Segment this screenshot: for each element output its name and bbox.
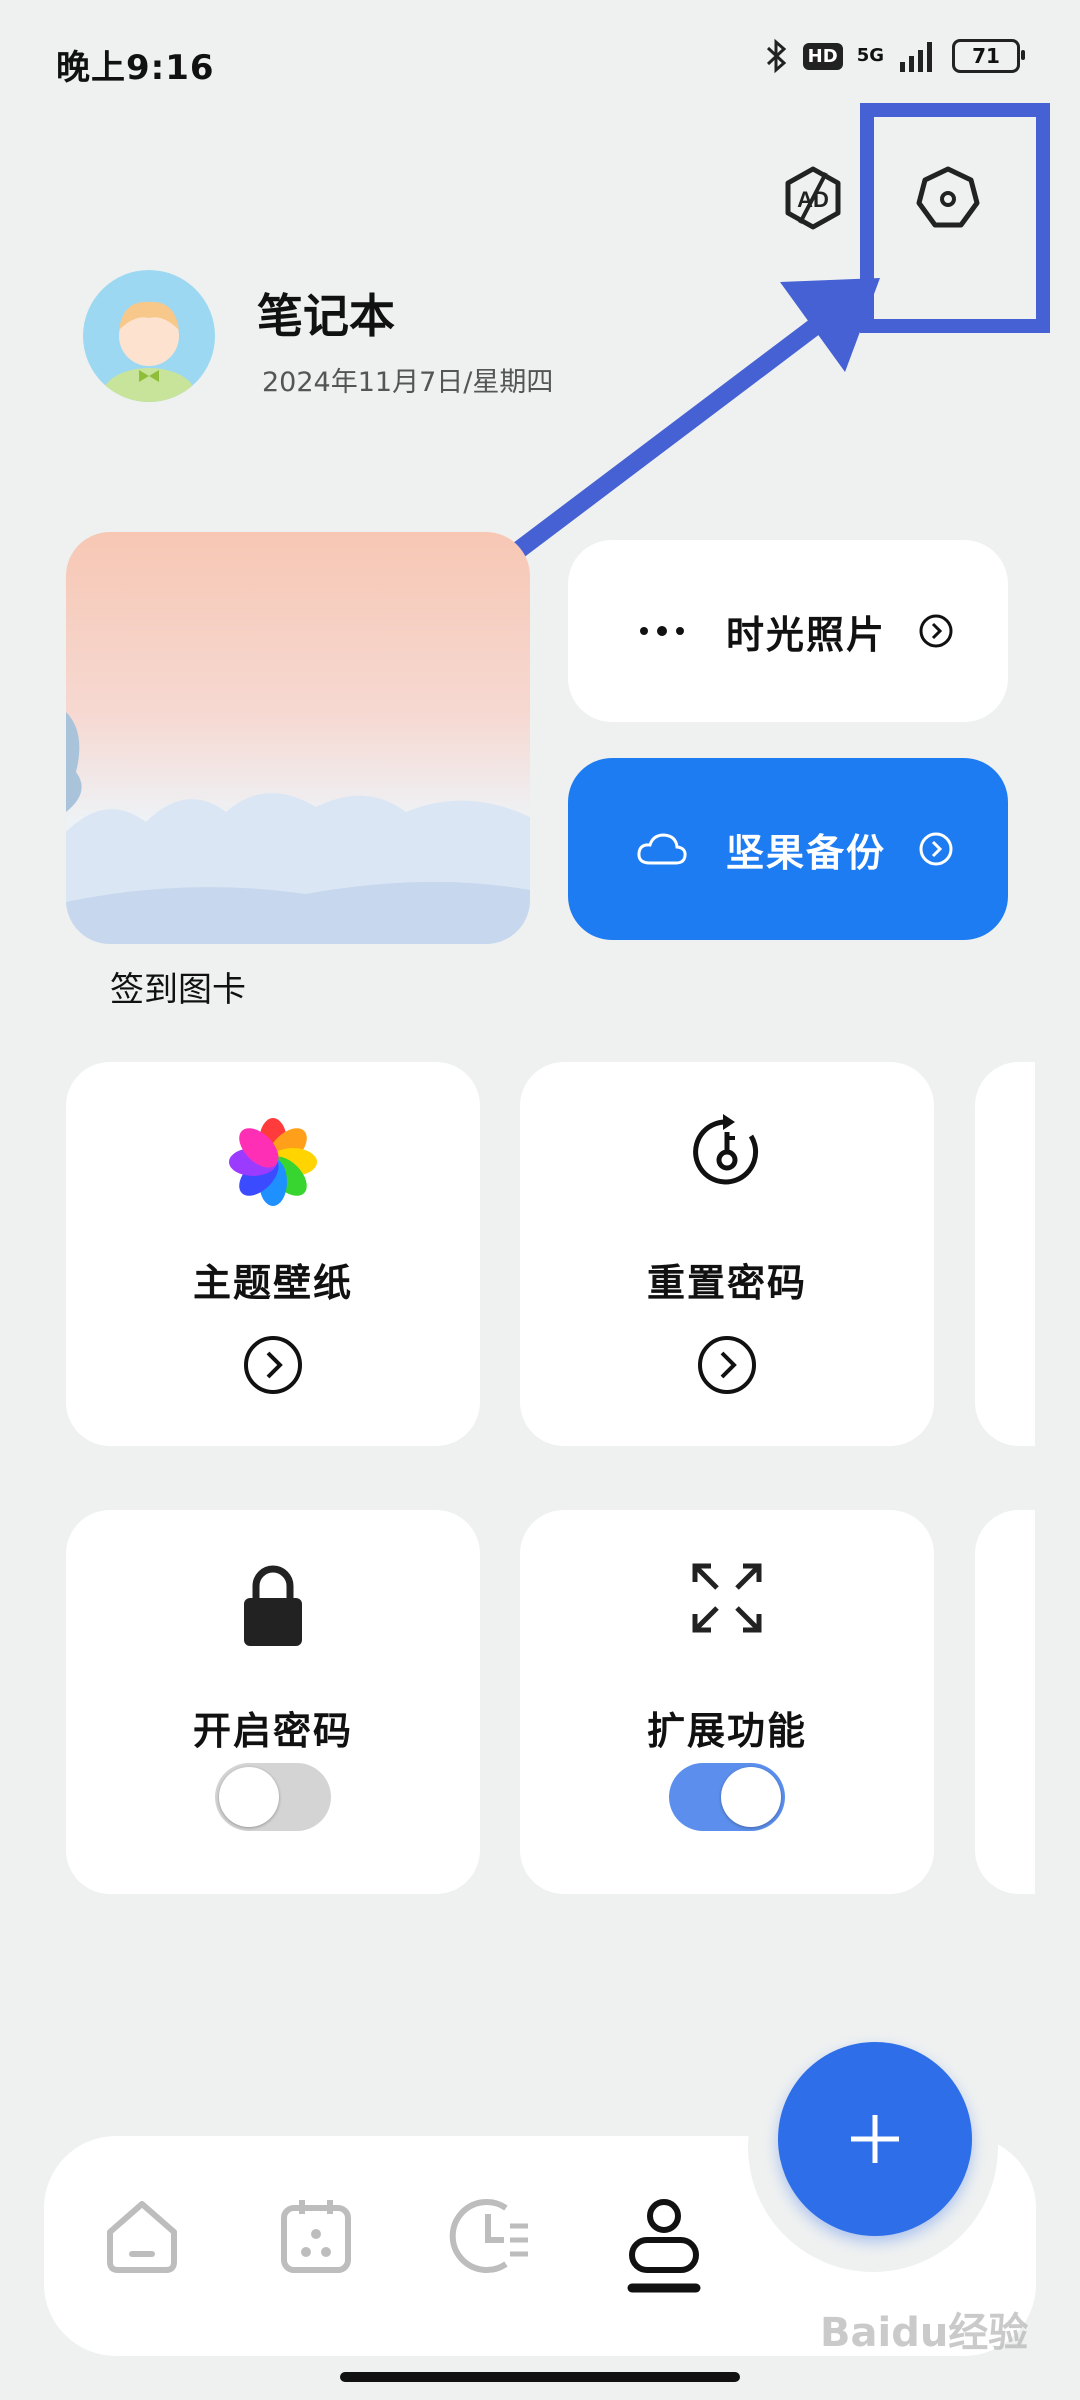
partial-card[interactable] xyxy=(975,1510,1035,1894)
enable-password-card[interactable]: 开启密码 xyxy=(66,1510,480,1894)
chevron-right-icon xyxy=(918,831,954,867)
expand-icon xyxy=(689,1560,765,1636)
nut-backup-button[interactable]: 坚果备份 xyxy=(568,758,1008,940)
plus-icon xyxy=(847,2111,903,2167)
reset-key-icon xyxy=(687,1112,767,1192)
profile-icon[interactable] xyxy=(614,2196,714,2296)
page-title: 笔记本 xyxy=(257,289,395,343)
add-note-button[interactable] xyxy=(778,2042,972,2236)
checkin-card-label: 签到图卡 xyxy=(110,970,246,1010)
reset-password-card[interactable]: 重置密码 xyxy=(520,1062,934,1446)
date-label: 2024年11月7日/星期四 xyxy=(262,367,554,398)
time-photos-button[interactable]: 时光照片 xyxy=(568,540,1008,722)
enable-password-toggle[interactable] xyxy=(215,1763,331,1831)
enable-password-label: 开启密码 xyxy=(192,1709,353,1753)
home-icon[interactable] xyxy=(92,2196,192,2296)
theme-wallpaper-card[interactable]: 主题壁纸 xyxy=(66,1062,480,1446)
chevron-right-icon[interactable] xyxy=(242,1334,304,1396)
more-dots-icon xyxy=(632,625,692,637)
theme-wallpaper-label: 主题壁纸 xyxy=(192,1261,353,1305)
partial-card[interactable] xyxy=(975,1062,1035,1446)
cloud-icon xyxy=(632,831,692,867)
lock-icon xyxy=(238,1560,308,1650)
watermark: Baidu经验 xyxy=(820,2310,1029,2356)
flower-icon xyxy=(223,1112,323,1212)
calendar-icon[interactable] xyxy=(266,2196,366,2296)
extensions-card[interactable]: 扩展功能 xyxy=(520,1510,934,1894)
time-photos-label: 时光照片 xyxy=(726,612,887,657)
home-indicator[interactable] xyxy=(340,2372,740,2382)
chevron-right-icon[interactable] xyxy=(696,1334,758,1396)
checkin-photo-card[interactable] xyxy=(66,532,530,944)
extensions-toggle[interactable] xyxy=(669,1763,785,1831)
extensions-label: 扩展功能 xyxy=(646,1709,807,1753)
reset-password-label: 重置密码 xyxy=(646,1261,807,1305)
avatar[interactable] xyxy=(83,270,215,402)
history-icon[interactable] xyxy=(440,2196,540,2296)
nut-backup-label: 坚果备份 xyxy=(726,830,887,875)
chevron-right-icon xyxy=(918,613,954,649)
